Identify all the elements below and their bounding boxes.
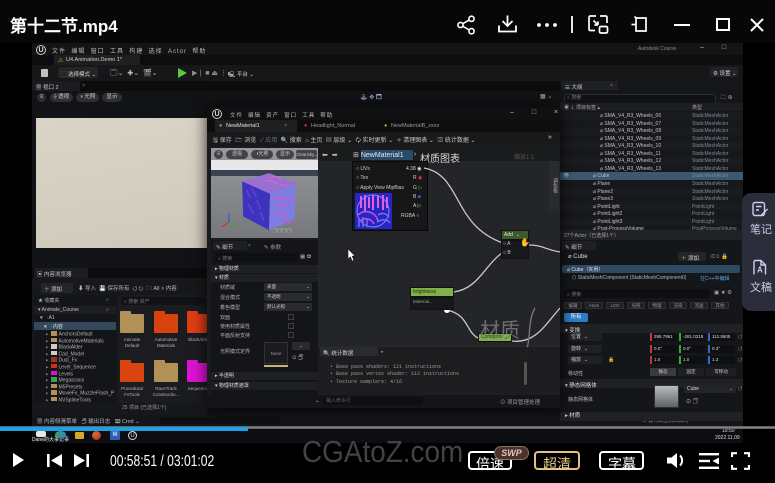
svg-text:A: A: [757, 266, 763, 275]
